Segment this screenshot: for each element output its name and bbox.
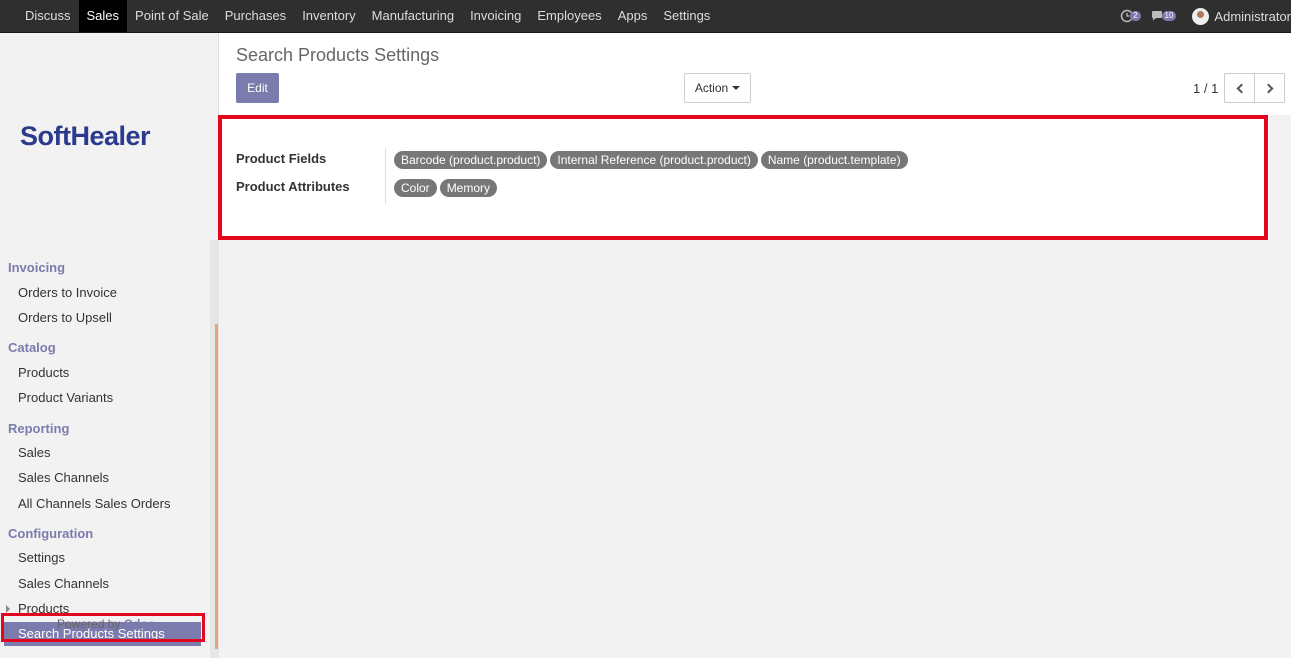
sidebar-item-sales[interactable]: Sales	[0, 441, 210, 465]
highlight-box-menu-item	[1, 613, 205, 642]
action-label: Action	[694, 81, 729, 95]
menu-purchases[interactable]: Purchases	[217, 0, 294, 32]
sidebar-item-all-channels-sales-orders[interactable]: All Channels Sales Orders	[0, 492, 210, 516]
menu-inventory[interactable]: Inventory	[294, 0, 363, 32]
page-title: Search Products Settings	[236, 45, 440, 65]
section-invoicing: Invoicing	[8, 260, 66, 275]
caret-down-icon	[732, 86, 741, 90]
action-dropdown[interactable]: Action	[684, 73, 751, 103]
sidebar-menu: Invoicing Orders to Invoice Orders to Up…	[0, 240, 210, 658]
section-reporting: Reporting	[8, 421, 70, 436]
sidebar-item-settings[interactable]: Settings	[0, 546, 210, 570]
sidebar-item-sales-channels[interactable]: Sales Channels	[0, 466, 210, 490]
sidebar-item-orders-to-upsell[interactable]: Orders to Upsell	[0, 306, 210, 330]
sidebar: SoftHealer Invoicing Orders to Invoice O…	[0, 33, 219, 658]
app-menu: Discuss Sales Point of Sale Purchases In…	[17, 0, 718, 32]
logo-text: SoftHealer	[20, 121, 151, 151]
sidebar-item-products[interactable]: Products	[0, 361, 210, 385]
menu-manufacturing[interactable]: Manufacturing	[364, 0, 462, 32]
menu-discuss[interactable]: Discuss	[17, 0, 79, 32]
menu-employees[interactable]: Employees	[529, 0, 609, 32]
highlight-box-form	[218, 115, 1268, 240]
caret-right-icon	[6, 605, 10, 613]
pager-next-button[interactable]	[1254, 73, 1285, 103]
menu-invoicing[interactable]: Invoicing	[462, 0, 529, 32]
user-menu[interactable]: Administrator	[1192, 7, 1291, 25]
sidebar-item-orders-to-invoice[interactable]: Orders to Invoice	[0, 281, 210, 305]
messages-count-badge: 10	[1161, 11, 1177, 21]
user-name: Administrator	[1214, 8, 1291, 24]
top-navbar: Discuss Sales Point of Sale Purchases In…	[0, 0, 1291, 33]
activity-count-badge: 2	[1130, 11, 1141, 21]
menu-apps[interactable]: Apps	[610, 0, 656, 32]
company-logo: SoftHealer	[0, 33, 218, 240]
menu-settings[interactable]: Settings	[655, 0, 718, 32]
section-configuration: Configuration	[8, 526, 94, 541]
scrollbar-thumb[interactable]	[215, 324, 218, 649]
systray: 2 10 Administrator	[1120, 0, 1291, 32]
menu-point-of-sale[interactable]: Point of Sale	[127, 0, 217, 32]
chevron-right-icon	[1263, 83, 1273, 93]
section-catalog: Catalog	[8, 340, 56, 355]
pager-previous-button[interactable]	[1224, 73, 1255, 103]
chevron-left-icon	[1236, 83, 1246, 93]
sidebar-item-config-sales-channels[interactable]: Sales Channels	[0, 572, 210, 596]
menu-sales[interactable]: Sales	[78, 0, 128, 32]
edit-button[interactable]: Edit	[236, 73, 279, 103]
sidebar-scrollbar[interactable]	[210, 240, 219, 658]
activity-menu[interactable]: 2	[1120, 9, 1141, 23]
pager-value[interactable]: 1 / 1	[1193, 81, 1218, 96]
avatar	[1192, 7, 1210, 25]
messaging-menu[interactable]: 10	[1151, 10, 1177, 23]
control-panel: Search Products Settings Edit Action 1 /…	[219, 33, 1291, 115]
sidebar-item-product-variants[interactable]: Product Variants	[0, 386, 210, 410]
